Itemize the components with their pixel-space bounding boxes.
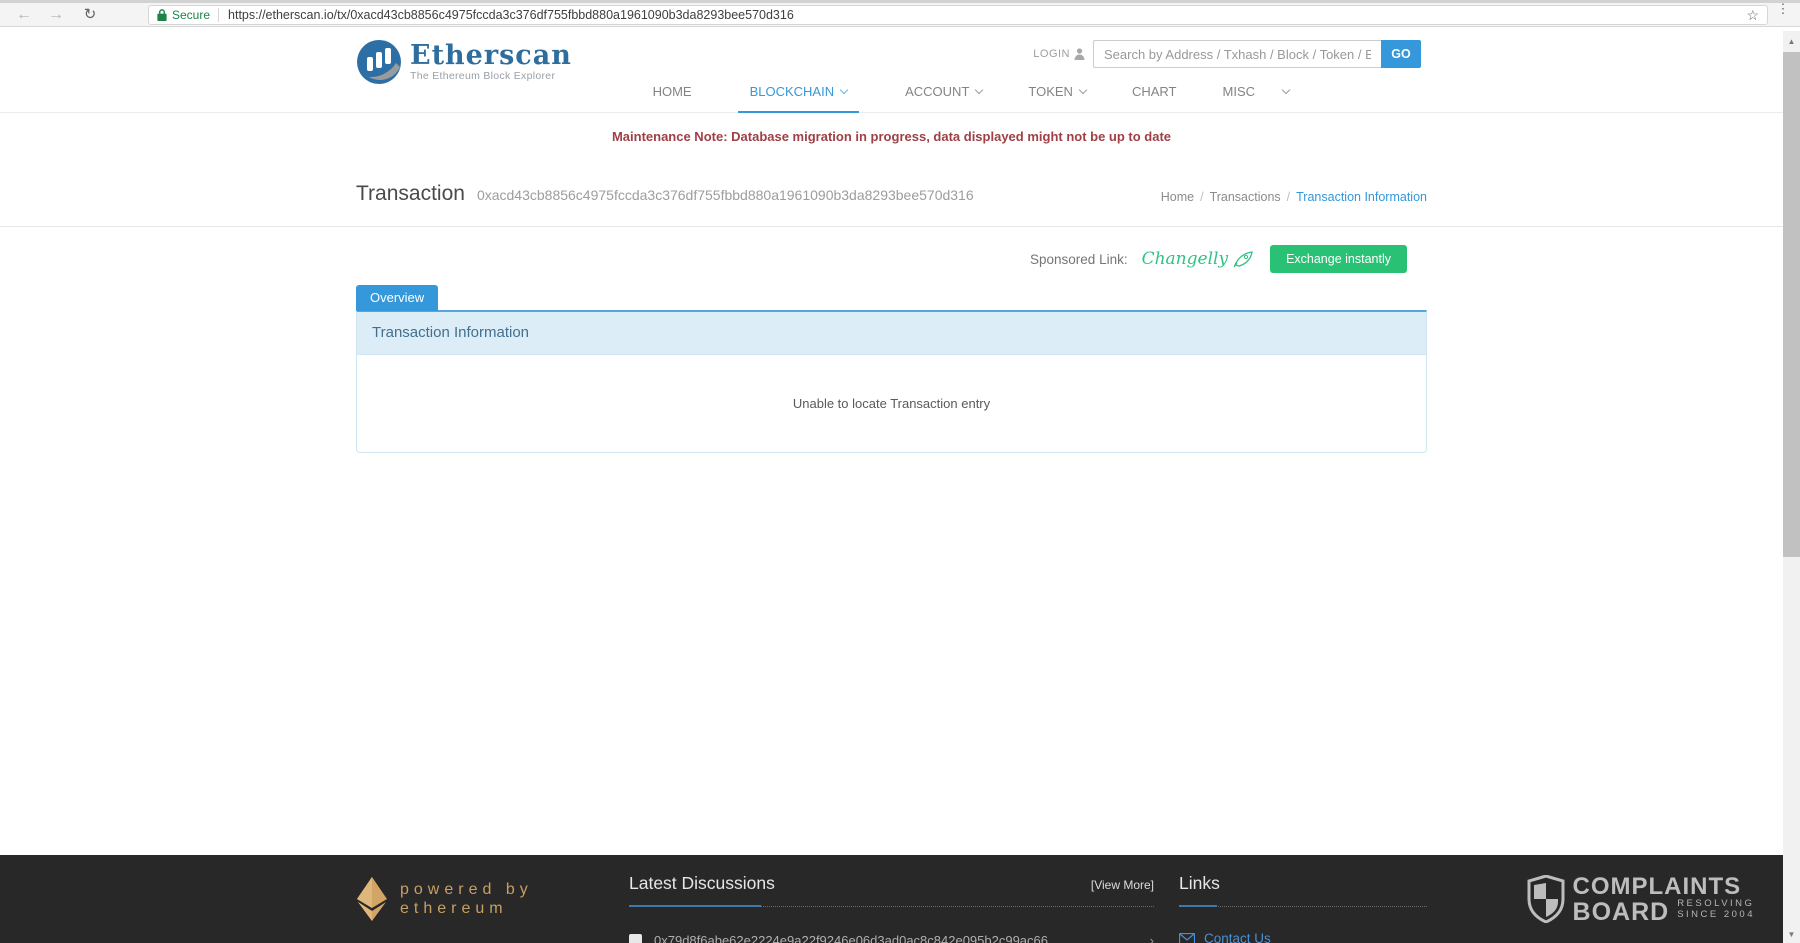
- main-nav: HOME BLOCKCHAIN ACCOUNT TOKEN: [653, 84, 1289, 113]
- maintenance-note: Maintenance Note: Database migration in …: [612, 129, 1171, 144]
- latest-discussions-section: Latest Discussions [View More] 0x79d8f6a…: [629, 873, 1154, 943]
- nav-label: ACCOUNT: [905, 84, 969, 99]
- browser-reload-icon[interactable]: ↻: [78, 4, 102, 26]
- nav-item-account[interactable]: ACCOUNT: [905, 84, 982, 113]
- section-divider: [1179, 906, 1427, 907]
- omnibox-divider: [218, 8, 219, 22]
- chevron-down-icon: [975, 86, 983, 94]
- address-bar[interactable]: Secure https://etherscan.io/tx/0xacd43cb…: [148, 5, 1768, 25]
- nav-item-token[interactable]: TOKEN: [1028, 84, 1086, 113]
- powered-by-line1: powered by: [400, 880, 533, 899]
- chevron-down-icon: [840, 86, 848, 94]
- section-divider: [629, 906, 1154, 907]
- search-go-button[interactable]: GO: [1381, 40, 1421, 68]
- page-body: Etherscan The Ethereum Block Explorer LO…: [0, 31, 1783, 943]
- chevron-right-icon[interactable]: ›: [1150, 933, 1154, 943]
- logo-tagline: The Ethereum Block Explorer: [410, 70, 572, 82]
- user-icon: [1074, 48, 1085, 60]
- breadcrumb-transactions[interactable]: Transactions: [1210, 190, 1281, 204]
- breadcrumb-separator: /: [1200, 190, 1203, 204]
- resolving-text: RESOLVING: [1677, 898, 1755, 909]
- changelly-brand-text: Changelly: [1142, 249, 1228, 269]
- envelope-icon: [1179, 933, 1195, 943]
- shield-icon: [1527, 875, 1565, 923]
- ethereum-logo-icon: [356, 877, 388, 921]
- discussion-bullet-icon: [629, 934, 642, 943]
- panel-message: Unable to locate Transaction entry: [793, 396, 990, 411]
- transaction-header: Transaction 0xacd43cb8856c4975fccda3c376…: [0, 160, 1783, 227]
- bookmark-star-icon[interactable]: ☆: [1746, 7, 1759, 24]
- etherscan-logo[interactable]: Etherscan The Ethereum Block Explorer: [356, 39, 572, 85]
- powered-by-ethereum: powered by ethereum: [356, 877, 533, 921]
- view-more-link[interactable]: [View More]: [1091, 878, 1154, 892]
- nav-item-chart[interactable]: CHART: [1132, 84, 1177, 113]
- scroll-up-icon[interactable]: ▲: [1783, 33, 1800, 50]
- exchange-instantly-button[interactable]: Exchange instantly: [1270, 245, 1407, 273]
- browser-menu-icon[interactable]: ⋮: [1776, 6, 1790, 12]
- page-scrollbar[interactable]: ▲ ▼: [1783, 31, 1800, 943]
- nav-item-misc[interactable]: MISC: [1223, 84, 1290, 113]
- login-label: LOGIN: [1033, 48, 1070, 60]
- complaints-board-logo[interactable]: COMPLAINTS BOARD RESOLVING SINCE 2004: [1527, 875, 1755, 923]
- powered-by-line2: ethereum: [400, 899, 533, 918]
- nav-label: CHART: [1132, 84, 1177, 99]
- chevron-down-icon: [1282, 86, 1290, 94]
- panel-title: Transaction Information: [372, 324, 529, 341]
- login-link[interactable]: LOGIN: [1033, 48, 1085, 60]
- changelly-logo[interactable]: Changelly: [1142, 249, 1254, 269]
- nav-label: HOME: [653, 84, 692, 99]
- secure-label: Secure: [172, 8, 210, 22]
- nav-item-blockchain[interactable]: BLOCKCHAIN: [738, 84, 860, 113]
- panel-body: Unable to locate Transaction entry: [357, 355, 1426, 452]
- breadcrumb: Home / Transactions / Transaction Informatio…: [1161, 190, 1427, 204]
- sponsored-link-row: Sponsored Link: Changelly Exchange insta…: [1030, 245, 1407, 273]
- nav-item-home[interactable]: HOME: [653, 84, 692, 113]
- contact-us-link[interactable]: Contact Us: [1204, 931, 1271, 943]
- site-header: Etherscan The Ethereum Block Explorer LO…: [0, 31, 1783, 113]
- transaction-panel: Transaction Information Unable to locate…: [356, 310, 1427, 453]
- rocket-icon: [1232, 250, 1254, 268]
- scroll-down-icon[interactable]: ▼: [1783, 926, 1800, 943]
- scrollbar-thumb[interactable]: [1783, 52, 1800, 557]
- transaction-hash: 0xacd43cb8856c4975fccda3c376df755fbbd880…: [477, 187, 974, 203]
- chevron-down-icon: [1079, 86, 1087, 94]
- discussions-title: Latest Discussions: [629, 873, 775, 894]
- complaints-word: COMPLAINTS: [1573, 876, 1755, 898]
- nav-label: TOKEN: [1028, 84, 1073, 99]
- site-footer: powered by ethereum Latest Discussions […: [0, 855, 1783, 943]
- browser-forward-icon[interactable]: →: [44, 4, 68, 26]
- browser-toolbar: ← → ↻ Secure https://etherscan.io/tx/0xa…: [0, 0, 1800, 27]
- discussion-link[interactable]: 0x79d8f6abe62e2224e9a22f9246e06d3ad0ac8c…: [654, 933, 1130, 943]
- browser-back-icon[interactable]: ←: [12, 4, 36, 26]
- logo-title: Etherscan: [410, 43, 572, 69]
- url-text[interactable]: https://etherscan.io/tx/0xacd43cb8856c49…: [228, 8, 1738, 22]
- links-section: Links Contact Us: [1179, 873, 1427, 943]
- nav-label: MISC: [1223, 84, 1256, 99]
- page-title: Transaction: [356, 182, 465, 206]
- breadcrumb-separator: /: [1287, 190, 1290, 204]
- breadcrumb-home[interactable]: Home: [1161, 190, 1194, 204]
- search-input[interactable]: [1093, 40, 1381, 68]
- breadcrumb-current: Transaction Information: [1296, 190, 1427, 204]
- maintenance-banner: Maintenance Note: Database migration in …: [0, 113, 1783, 160]
- screenshot-root: ← → ↻ Secure https://etherscan.io/tx/0xa…: [0, 0, 1800, 943]
- nav-label: BLOCKCHAIN: [750, 84, 835, 99]
- sponsored-label: Sponsored Link:: [1030, 252, 1128, 267]
- etherscan-logo-icon: [356, 39, 402, 85]
- padlock-icon: [157, 9, 167, 21]
- discussion-list-item[interactable]: 0x79d8f6abe62e2224e9a22f9246e06d3ad0ac8c…: [629, 933, 1154, 943]
- tab-overview[interactable]: Overview: [356, 285, 438, 311]
- links-title: Links: [1179, 873, 1220, 893]
- since-text: SINCE 2004: [1677, 909, 1755, 920]
- board-word: BOARD: [1573, 901, 1670, 923]
- panel-heading: Transaction Information: [357, 312, 1426, 355]
